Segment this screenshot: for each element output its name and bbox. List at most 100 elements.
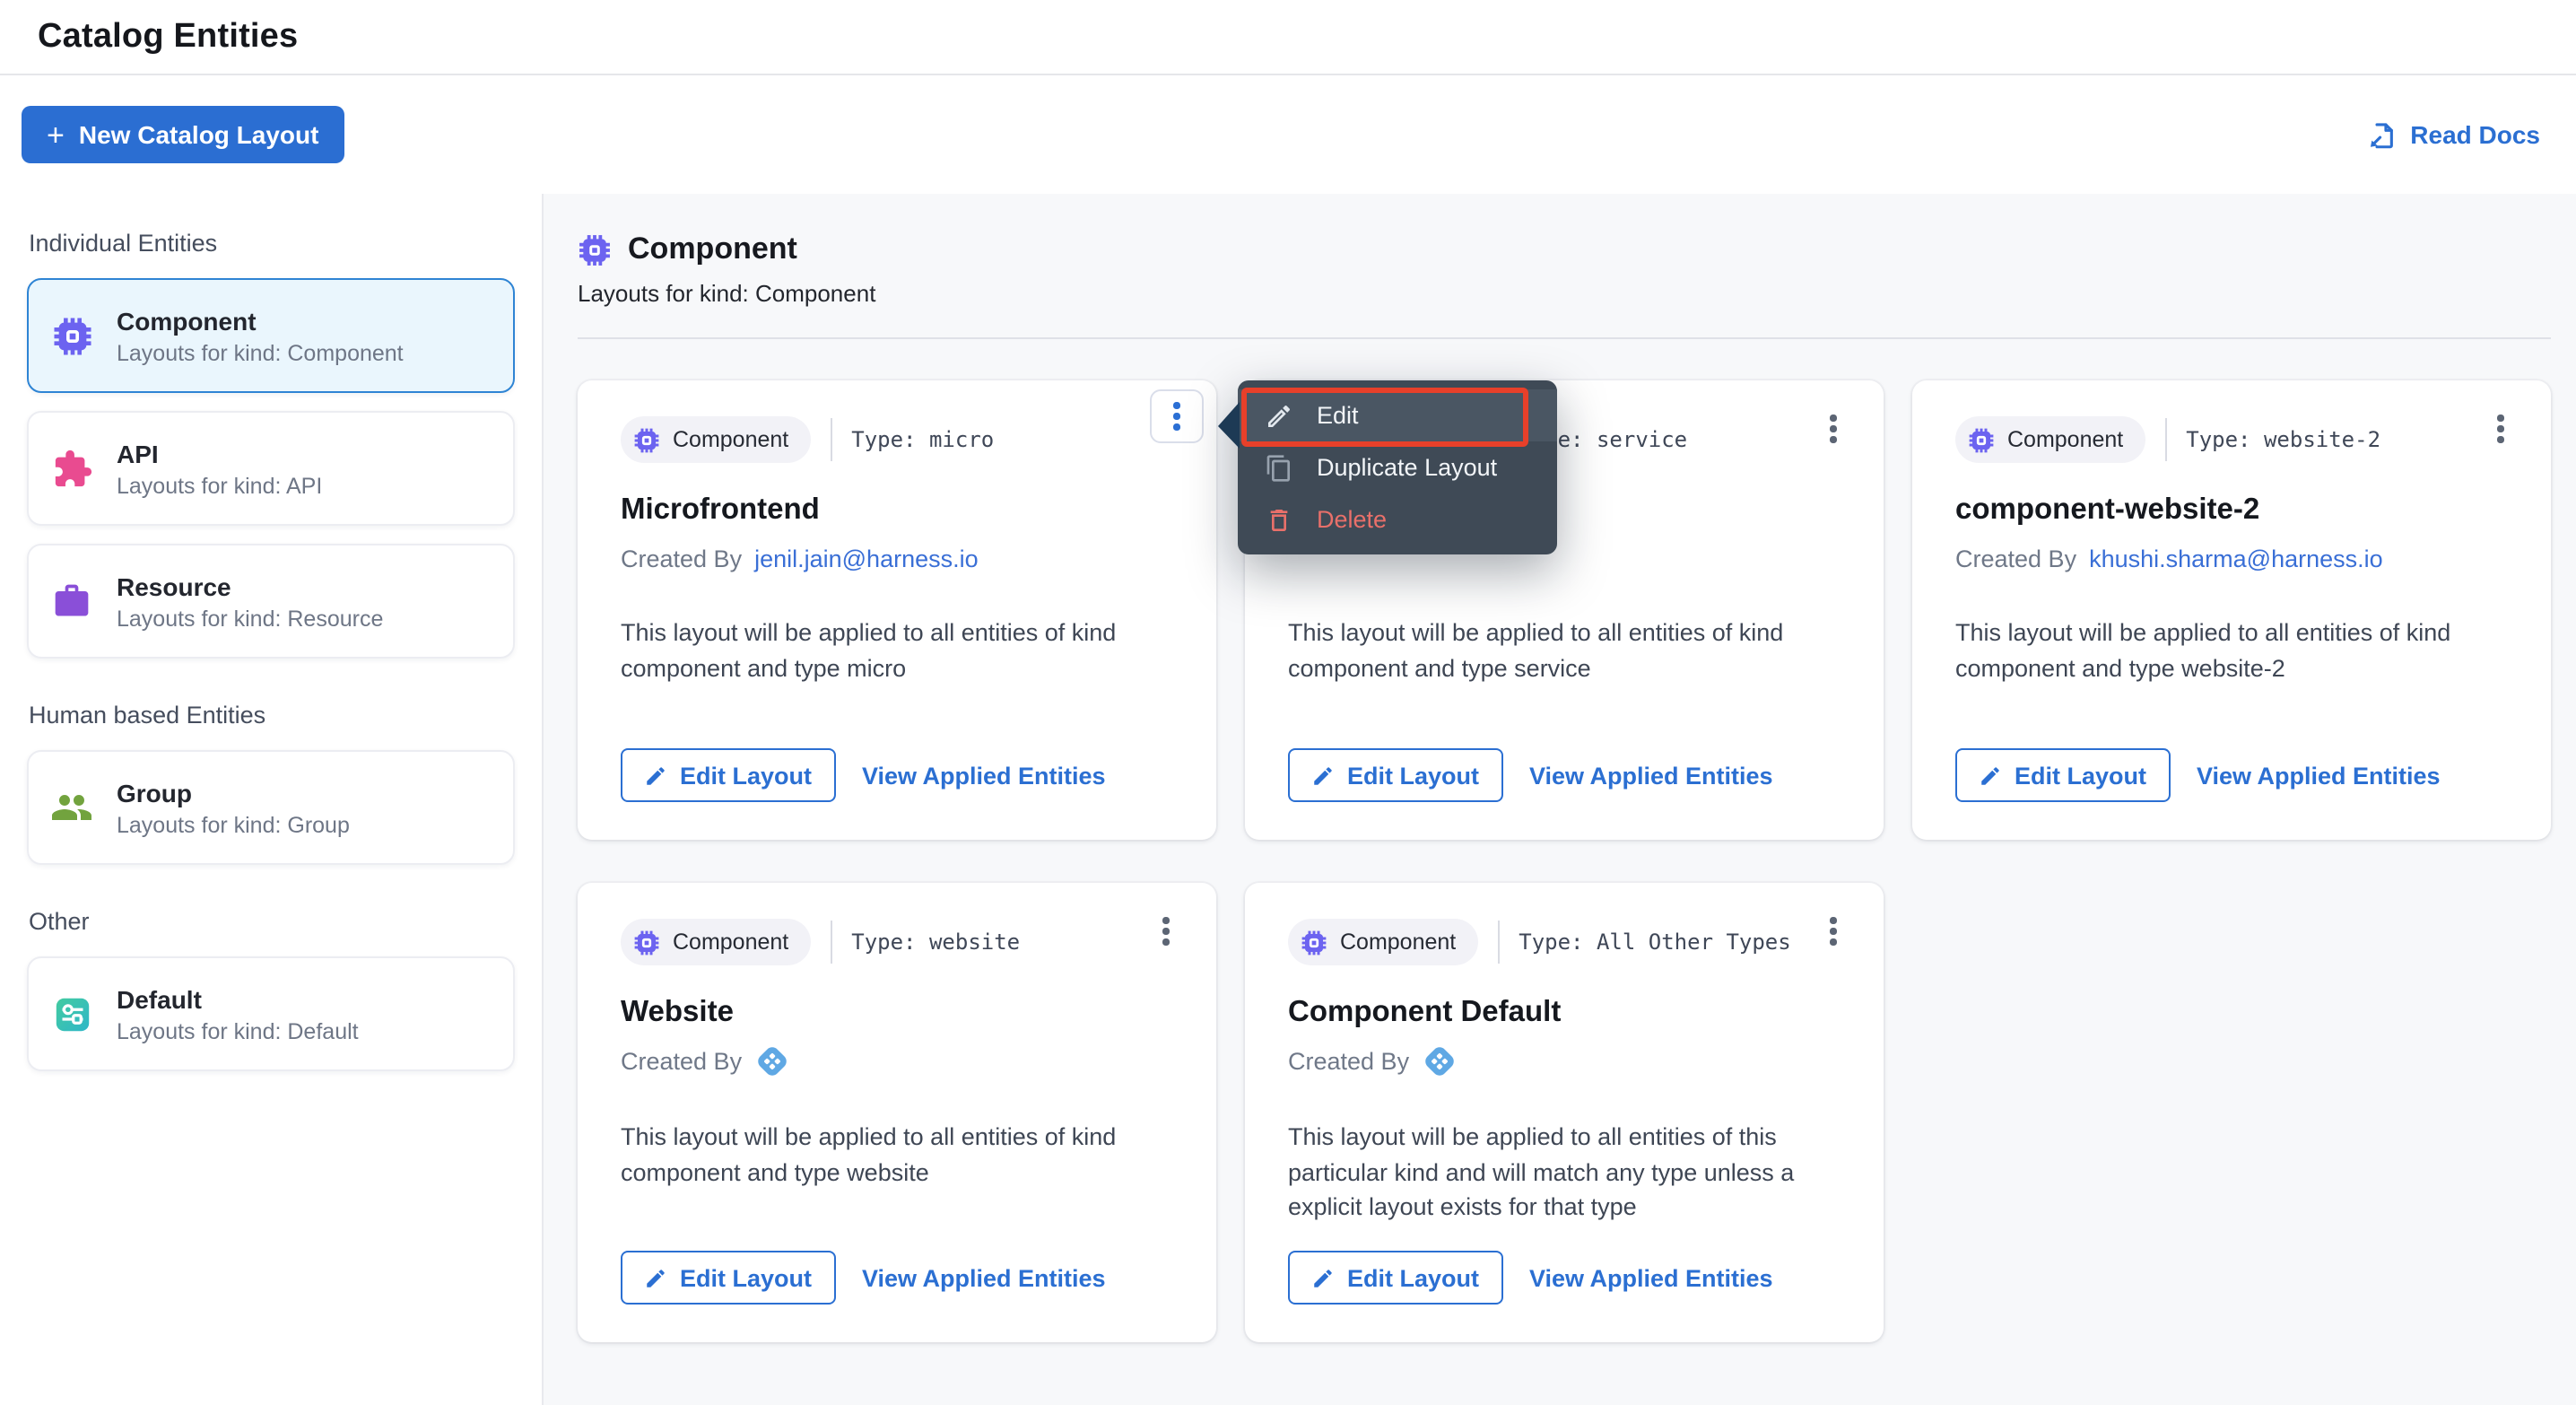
badge-row: Component Type: website [621, 919, 1173, 965]
menu-item-label: Edit [1317, 402, 1359, 429]
created-by-label: Created By [1955, 545, 2076, 572]
sidebar-item-title: Component [117, 306, 404, 335]
view-applied-entities-link[interactable]: View Applied Entities [1529, 1264, 1773, 1291]
pencil-icon [1265, 401, 1293, 430]
layout-description: This layout will be applied to all entit… [621, 615, 1173, 686]
type-text: Type: website [851, 929, 1020, 955]
new-catalog-layout-button[interactable]: + New Catalog Layout [22, 106, 344, 163]
created-by-row: Created By [621, 1044, 1173, 1078]
view-applied-entities-link[interactable]: View Applied Entities [862, 1264, 1106, 1291]
vertical-divider [2164, 418, 2166, 461]
menu-item-duplicate-layout[interactable]: Duplicate Layout [1238, 441, 1557, 493]
kebab-menu-button[interactable] [1150, 389, 1204, 443]
menu-item-edit[interactable]: Edit [1238, 389, 1557, 441]
sidebar-item-subtitle: Layouts for kind: Resource [117, 606, 383, 631]
badge-row: Component Type: All Other Types [1288, 919, 1841, 965]
edit-layout-button[interactable]: Edit Layout [1288, 1251, 1502, 1305]
created-by-label: Created By [621, 545, 742, 572]
pencil-icon [1311, 764, 1335, 787]
kind-badge-label: Component [673, 929, 788, 955]
read-docs-label: Read Docs [2410, 120, 2540, 149]
read-docs-link[interactable]: Read Docs [2354, 118, 2551, 152]
menu-item-delete[interactable]: Delete [1238, 493, 1557, 545]
view-applied-entities-link[interactable]: View Applied Entities [862, 762, 1106, 789]
pencil-icon [1979, 764, 2002, 787]
sidebar-item-title: Resource [117, 572, 383, 600]
kind-badge: Component [621, 919, 810, 965]
type-text: Type: website-2 [2186, 427, 2380, 452]
layout-description: This layout will be applied to all entit… [1288, 1120, 1841, 1226]
layout-cards-grid: Component Type: micro Microfrontend Crea… [578, 380, 2551, 1342]
created-by-label: Created By [1288, 1048, 1409, 1075]
layout-title: Component Default [1288, 996, 1841, 1032]
content-split: Individual Entities [0, 194, 2576, 1405]
layout-description: This layout will be applied to all entit… [1955, 615, 2508, 686]
component-chip-icon [633, 426, 660, 453]
kebab-menu-button[interactable] [1148, 908, 1184, 955]
card-actions: Edit Layout View Applied Entities [1288, 748, 1773, 802]
card-actions: Edit Layout View Applied Entities [1288, 1251, 1773, 1305]
section-heading: Individual Entities [29, 230, 513, 257]
vertical-divider [830, 418, 831, 461]
edit-layout-button[interactable]: Edit Layout [1288, 748, 1502, 802]
component-chip-icon [1968, 426, 1995, 453]
pencil-icon [644, 764, 667, 787]
menu-item-label: Duplicate Layout [1317, 454, 1497, 481]
card-context-menu: Edit Duplicate Layout Delete [1238, 380, 1557, 554]
created-by-link[interactable]: jenil.jain@harness.io [754, 545, 979, 572]
view-applied-entities-link[interactable]: View Applied Entities [1529, 762, 1773, 789]
divider [578, 337, 2551, 339]
sidebar-item-title: Group [117, 778, 350, 807]
created-by-label: Created By [621, 1048, 742, 1075]
sidebar-item-resource[interactable]: Resource Layouts for kind: Resource [27, 544, 515, 659]
pencil-icon [644, 1266, 667, 1289]
kind-header: Component [578, 231, 2551, 267]
type-text: Type: All Other Types [1519, 929, 1790, 955]
sidebar-item-title: API [117, 439, 322, 467]
menu-item-label: Delete [1317, 506, 1387, 533]
edit-layout-button[interactable]: Edit Layout [621, 1251, 835, 1305]
sidebar-item-subtitle: Layouts for kind: API [117, 473, 322, 498]
layout-title: Website [621, 996, 1173, 1032]
sidebar-item-text: API Layouts for kind: API [117, 439, 322, 498]
kind-title: Component [628, 231, 797, 267]
sidebar-item-subtitle: Layouts for kind: Component [117, 340, 404, 365]
plus-icon: + [47, 119, 65, 150]
section-heading: Human based Entities [29, 702, 513, 729]
created-by-row: Created By khushi.sharma@harness.io [1955, 542, 2508, 574]
edit-layout-button[interactable]: Edit Layout [621, 748, 835, 802]
sliders-icon [50, 992, 93, 1035]
sidebar-item-text: Default Layouts for kind: Default [117, 984, 359, 1043]
component-chip-icon [578, 232, 612, 266]
vertical-divider [1497, 921, 1499, 964]
sidebar-item-default[interactable]: Default Layouts for kind: Default [27, 956, 515, 1071]
people-icon [50, 786, 93, 829]
trash-icon [1265, 505, 1293, 534]
puzzle-icon [50, 447, 93, 490]
type-text: Type: micro [851, 427, 994, 452]
component-chip-icon [1301, 929, 1327, 956]
sidebar-item-group[interactable]: Group Layouts for kind: Group [27, 750, 515, 865]
catalog-entities-page: Catalog Entities + New Catalog Layout Re… [0, 0, 2576, 1405]
harness-logo-icon [754, 1044, 788, 1078]
sidebar-item-component[interactable]: Component Layouts for kind: Component [27, 278, 515, 393]
layout-title: component-website-2 [1955, 493, 2508, 529]
copy-icon [1265, 453, 1293, 482]
kebab-menu-button[interactable] [2483, 406, 2519, 452]
component-chip-icon [633, 929, 660, 956]
layout-card-microfrontend: Component Type: micro Microfrontend Crea… [578, 380, 1216, 840]
created-by-link[interactable]: khushi.sharma@harness.io [2089, 545, 2383, 572]
sidebar-item-text: Component Layouts for kind: Component [117, 306, 404, 365]
briefcase-icon [50, 580, 93, 623]
sidebar-item-subtitle: Layouts for kind: Group [117, 812, 350, 837]
kebab-menu-button[interactable] [1815, 908, 1851, 955]
kebab-menu-button[interactable] [1815, 406, 1851, 452]
pencil-icon [1311, 1266, 1335, 1289]
edit-layout-button[interactable]: Edit Layout [1955, 748, 2170, 802]
card-actions: Edit Layout View Applied Entities [621, 1251, 1106, 1305]
layout-card-component-website-2: Component Type: website-2 component-webs… [1912, 380, 2551, 840]
kind-badge-label: Component [1340, 929, 1456, 955]
view-applied-entities-link[interactable]: View Applied Entities [2197, 762, 2441, 789]
sidebar-item-text: Resource Layouts for kind: Resource [117, 572, 383, 631]
sidebar-item-api[interactable]: API Layouts for kind: API [27, 411, 515, 526]
